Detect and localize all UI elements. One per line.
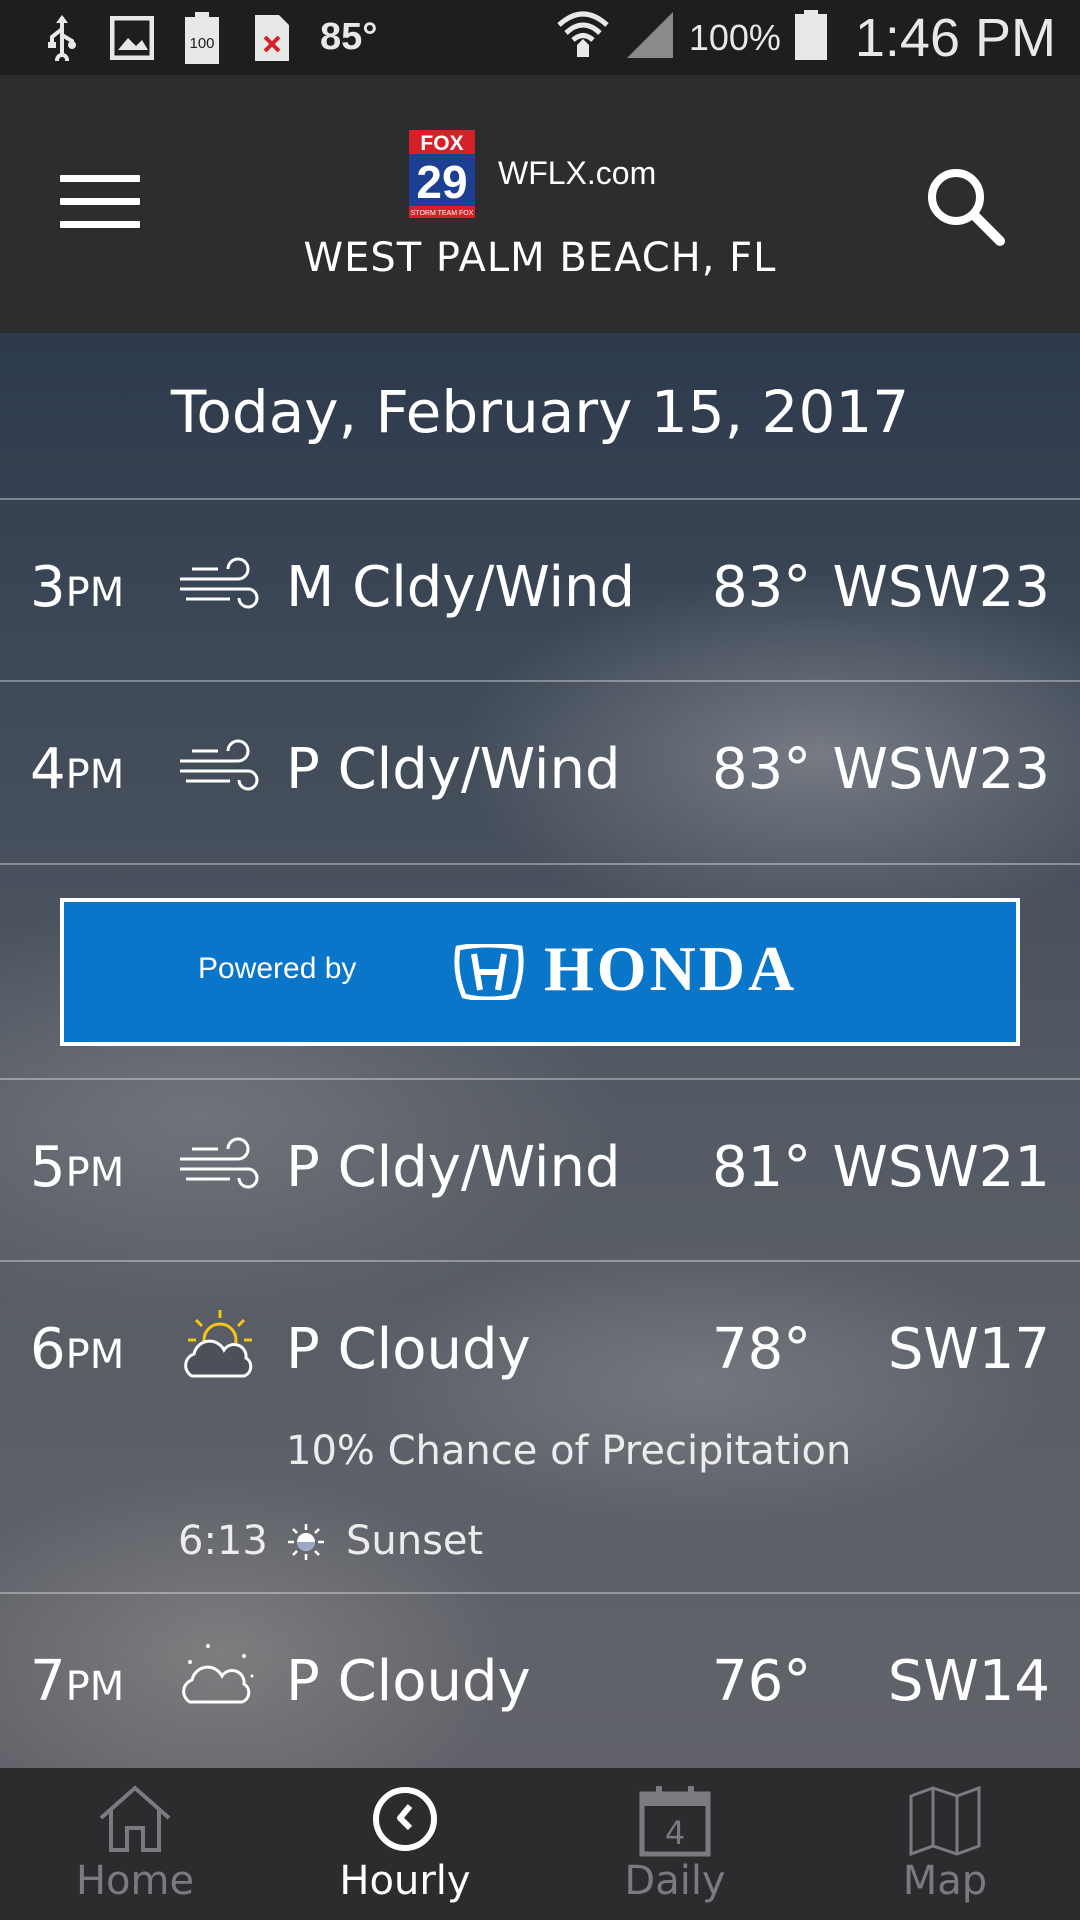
calendar-icon: 4 — [639, 1786, 711, 1857]
battery-icon — [794, 10, 827, 65]
wind-icon — [180, 1137, 259, 1189]
battery-100-icon: 100 — [180, 11, 224, 64]
condition-text: M Cldy/Wind — [286, 555, 636, 620]
nav-map-label: Map — [902, 1858, 988, 1904]
brand-name: WFLX.com — [498, 155, 657, 191]
menu-icon-bar — [60, 221, 140, 228]
hour-label: 7PM — [30, 1649, 125, 1714]
app-header: FOX 29 STORM TEAM FOX WFLX.com WEST PALM… — [0, 75, 1080, 333]
hour-label: 5PM — [30, 1135, 125, 1200]
wind-text: SW17 — [887, 1317, 1050, 1382]
menu-icon-bar — [60, 198, 140, 205]
search-icon — [928, 169, 1005, 246]
wifi-icon — [555, 9, 611, 66]
hourly-row[interactable]: 7PM P Cloudy 76° SW14 — [0, 1594, 1080, 1768]
hour-label: 4PM — [30, 737, 125, 802]
status-time: 1:46 PM — [854, 7, 1056, 68]
clock-icon — [373, 1787, 437, 1851]
svg-text:4: 4 — [665, 1814, 685, 1852]
menu-button[interactable] — [60, 175, 140, 235]
menu-icon — [60, 175, 140, 182]
temperature-text: 78° — [712, 1317, 812, 1382]
file-error-icon — [250, 13, 294, 63]
status-temperature: 85° — [320, 16, 378, 58]
condition-text: P Cloudy — [286, 1649, 531, 1714]
hourly-forecast-list: Today, February 15, 2017 3PM M Cldy/Wind… — [0, 333, 1080, 1768]
wind-text: SW14 — [887, 1649, 1050, 1714]
nav-daily[interactable]: 4 Daily — [540, 1768, 810, 1920]
svg-text:STORM TEAM FOX: STORM TEAM FOX — [411, 210, 474, 217]
hour-label: 6PM — [30, 1317, 125, 1382]
temperature-text: 81° — [712, 1135, 812, 1200]
partly-cloudy-day-icon — [184, 1310, 253, 1378]
nav-home-label: Home — [75, 1858, 195, 1904]
sunset-label: Sunset — [346, 1518, 484, 1564]
home-icon — [99, 1785, 171, 1852]
honda-logo-icon — [454, 944, 524, 1000]
divider — [0, 863, 1080, 865]
temperature-text: 83° — [712, 555, 812, 620]
condition-text: P Cldy/Wind — [286, 737, 621, 802]
ad-brand-text: HONDA — [544, 933, 798, 1004]
nav-map[interactable]: Map — [810, 1768, 1080, 1920]
hourly-row[interactable]: 5PM P Cldy/Wind 81° WSW21 — [0, 1080, 1080, 1260]
fox29-logo: FOX 29 STORM TEAM FOX — [409, 130, 475, 218]
nav-hourly[interactable]: Hourly — [270, 1768, 540, 1920]
wind-text: WSW23 — [832, 737, 1050, 802]
hourly-row[interactable]: 4PM P Cldy/Wind 83° WSW23 — [0, 682, 1080, 862]
signal-icon — [625, 10, 675, 65]
nav-hourly-label: Hourly — [339, 1858, 471, 1904]
honda-ad-banner[interactable]: Powered by HONDA — [60, 898, 1020, 1046]
sunset-time: 6:13 — [178, 1518, 268, 1564]
wind-text: WSW23 — [832, 555, 1050, 620]
sunset-icon — [288, 1524, 324, 1560]
partly-cloudy-night-icon — [182, 1644, 254, 1704]
svg-text:FOX: FOX — [420, 132, 463, 155]
date-heading: Today, February 15, 2017 — [170, 378, 910, 446]
condition-text: P Cloudy — [286, 1317, 531, 1382]
condition-text: P Cldy/Wind — [286, 1135, 621, 1200]
search-button[interactable] — [922, 163, 1008, 249]
precipitation-text: 10% Chance of Precipitation — [286, 1428, 852, 1474]
usb-icon — [40, 13, 84, 63]
ad-powered-by-text: Powered by — [198, 952, 357, 985]
nav-daily-label: Daily — [624, 1858, 726, 1904]
wind-icon — [180, 739, 259, 791]
hourly-row[interactable]: 6PM P Cloudy 78° SW17 10% Chance of Prec… — [0, 1262, 1080, 1592]
wind-icon — [180, 557, 259, 609]
status-bar: 100 85° 100% 1:46 PM — [0, 0, 1080, 75]
temperature-text: 83° — [712, 737, 812, 802]
location-title: WEST PALM BEACH, FL — [303, 235, 777, 281]
bottom-navigation: Home Hourly 4 Daily Map — [0, 1768, 1080, 1920]
svg-text:29: 29 — [416, 156, 467, 208]
hour-label: 3PM — [30, 555, 125, 620]
map-icon — [909, 1785, 981, 1857]
svg-text:100: 100 — [189, 35, 214, 52]
temperature-text: 76° — [712, 1649, 812, 1714]
hourly-row[interactable]: 3PM M Cldy/Wind 83° WSW23 — [0, 500, 1080, 680]
image-icon — [110, 13, 154, 63]
wind-text: WSW21 — [832, 1135, 1050, 1200]
battery-percent: 100% — [688, 16, 781, 58]
nav-home[interactable]: Home — [0, 1768, 270, 1920]
